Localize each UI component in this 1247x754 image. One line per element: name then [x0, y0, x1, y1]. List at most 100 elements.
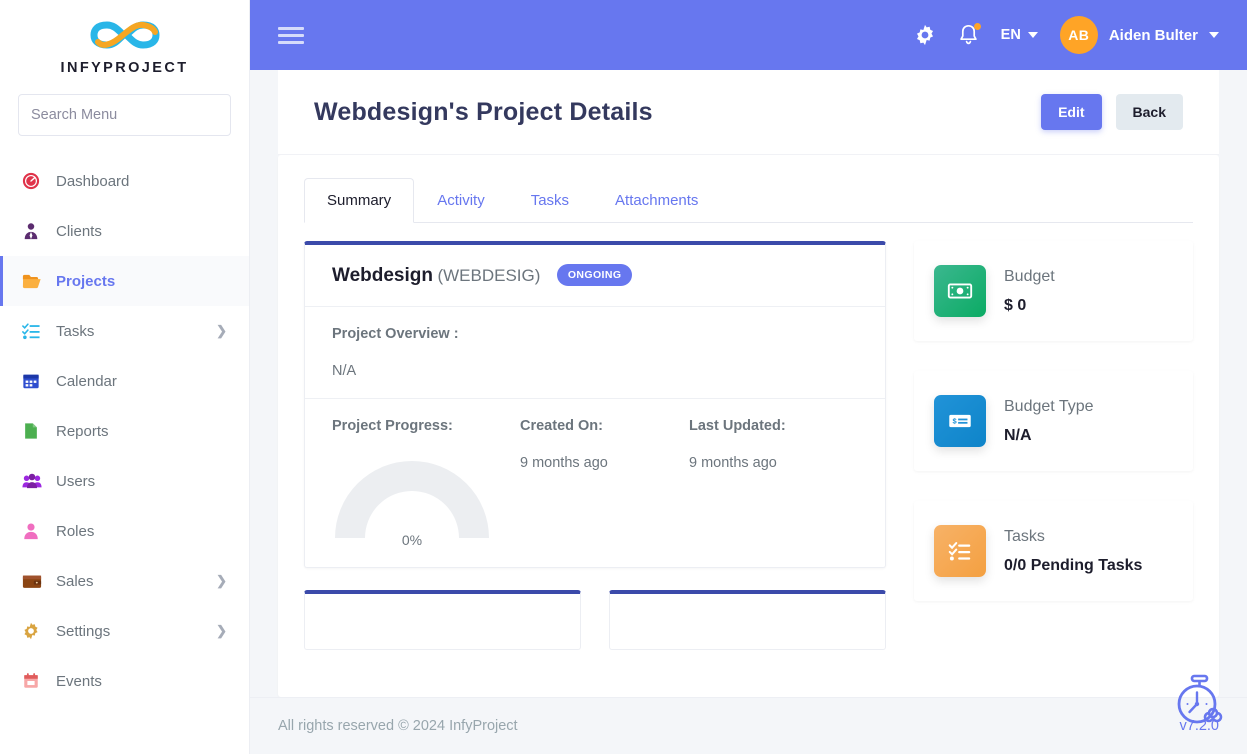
created-on-block: Created On: 9 months ago	[520, 418, 689, 548]
stat-value: 0/0 Pending Tasks	[1004, 556, 1143, 574]
stat-label: Tasks	[1004, 527, 1045, 545]
sidebar-item-calendar[interactable]: Calendar	[0, 356, 249, 406]
checklist-icon	[934, 525, 986, 577]
sidebar-item-events[interactable]: Events	[0, 656, 249, 706]
sidebar-item-clients[interactable]: Clients	[0, 206, 249, 256]
user-tie-icon	[22, 222, 48, 240]
sidebar-item-label: Calendar	[56, 372, 117, 390]
sidebar-item-settings[interactable]: Settings ❯	[0, 606, 249, 656]
user-icon	[22, 522, 48, 540]
gear-icon	[22, 622, 48, 640]
stat-value: N/A	[1004, 426, 1032, 444]
brand[interactable]: INFYPROJECT	[0, 0, 249, 76]
status-badge: ONGOING	[556, 264, 633, 286]
last-updated-block: Last Updated: 9 months ago	[689, 418, 858, 548]
notifications-button[interactable]	[958, 23, 981, 46]
sidebar-item-label: Tasks	[56, 322, 95, 340]
page-actions: Edit Back	[1041, 94, 1183, 130]
sidebar-item-label: Settings	[56, 622, 111, 640]
overview-label: Project Overview :	[332, 326, 459, 342]
sidebar-item-reports[interactable]: Reports	[0, 406, 249, 456]
sidebar-item-label: Clients	[56, 222, 102, 240]
project-info-card: Webdesign (WEBDESIG) ONGOING Project Ove…	[304, 241, 886, 568]
tab-summary[interactable]: Summary	[304, 178, 415, 223]
event-calendar-icon	[22, 672, 48, 690]
settings-button[interactable]	[914, 24, 936, 46]
sidebar-item-label: Dashboard	[56, 172, 130, 190]
sidebar-item-label: Sales	[56, 572, 94, 590]
search-button[interactable]	[230, 95, 231, 135]
sidebar-item-label: Roles	[56, 522, 95, 540]
wallet-icon	[22, 573, 48, 590]
sidebar: INFYPROJECT Dashboard	[0, 0, 250, 754]
search-input[interactable]	[19, 95, 230, 135]
project-progress-block: Project Progress: 0%	[332, 418, 520, 548]
tab-activity[interactable]: Activity	[414, 178, 508, 223]
last-updated-label: Last Updated:	[689, 418, 786, 434]
stat-card-tasks: Tasks 0/0 Pending Tasks	[914, 501, 1193, 601]
stat-value: $ 0	[1004, 296, 1027, 314]
caret-down-icon	[1209, 32, 1219, 38]
sidebar-item-projects[interactable]: Projects	[0, 256, 249, 306]
gauge-chart	[335, 461, 489, 539]
topbar: EN AB Aiden Bulter	[250, 0, 1247, 70]
sidebar-item-sales[interactable]: Sales ❯	[0, 556, 249, 606]
calendar-icon	[22, 372, 48, 390]
sidebar-nav: Dashboard Clients Projects Tasks ❯ Calen…	[0, 156, 249, 754]
chevron-right-icon: ❯	[216, 573, 227, 588]
stat-label: Budget Type	[1004, 397, 1094, 415]
chevron-right-icon: ❯	[216, 323, 227, 338]
topbar-right: EN AB Aiden Bulter	[914, 16, 1219, 54]
tab-tasks[interactable]: Tasks	[508, 178, 592, 223]
search-menu[interactable]	[18, 94, 231, 136]
notification-badge-dot	[973, 23, 981, 30]
brand-name: INFYPROJECT	[60, 60, 189, 76]
back-button[interactable]: Back	[1115, 94, 1183, 130]
hamburger-icon[interactable]	[278, 23, 304, 48]
tab-attachments[interactable]: Attachments	[592, 178, 721, 223]
language-selector[interactable]: EN	[1001, 27, 1038, 43]
detail-tabs: Summary Activity Tasks Attachments	[304, 177, 1193, 223]
users-group-icon	[22, 472, 48, 490]
folder-open-icon	[22, 272, 48, 290]
project-meta-row: Project Progress: 0% Created On: 9 month…	[305, 399, 885, 567]
stopwatch-infinity-icon	[1177, 674, 1223, 724]
footer-copyright: All rights reserved © 2024 InfyProject	[278, 718, 518, 734]
infinity-logo	[89, 21, 160, 49]
main-area: EN AB Aiden Bulter Webdesign's Project D…	[250, 0, 1247, 754]
stats-column: Budget $ 0 $ Budget Type N/A Tasks 0/0 P…	[914, 241, 1193, 650]
summary-columns: Webdesign (WEBDESIG) ONGOING Project Ove…	[304, 223, 1193, 650]
project-code: (WEBDESIG)	[437, 266, 541, 285]
sidebar-item-label: Users	[56, 472, 96, 490]
lower-card-left	[304, 590, 581, 650]
project-name: Webdesign	[332, 265, 433, 286]
lower-card-right	[609, 590, 886, 650]
caret-down-icon	[1027, 32, 1038, 38]
edit-button[interactable]: Edit	[1041, 94, 1102, 130]
summary-panel: Summary Activity Tasks Attachments Webde…	[278, 155, 1219, 697]
task-list-icon	[22, 322, 48, 340]
avatar: AB	[1059, 16, 1098, 54]
sidebar-item-label: Reports	[56, 422, 109, 440]
progress-percent: 0%	[401, 532, 423, 548]
sidebar-item-users[interactable]: Users	[0, 456, 249, 506]
chevron-right-icon: ❯	[216, 623, 227, 638]
stat-card-budget-type: $ Budget Type N/A	[914, 371, 1193, 471]
language-label: EN	[1000, 27, 1021, 43]
sidebar-item-dashboard[interactable]: Dashboard	[0, 156, 249, 206]
sidebar-item-tasks[interactable]: Tasks ❯	[0, 306, 249, 356]
time-tracker-widget[interactable]	[1171, 673, 1229, 736]
stat-card-budget: Budget $ 0	[914, 241, 1193, 341]
content-area: Summary Activity Tasks Attachments Webde…	[250, 155, 1247, 697]
sidebar-item-label: Events	[56, 672, 102, 690]
user-menu[interactable]: AB Aiden Bulter	[1059, 16, 1219, 54]
stat-label: Budget	[1004, 267, 1055, 285]
gear-icon	[916, 24, 933, 46]
page-header: Webdesign's Project Details Edit Back	[278, 70, 1219, 155]
project-overview-row: Project Overview : N/A	[305, 307, 885, 399]
page-title: Webdesign's Project Details	[314, 97, 653, 126]
created-on-label: Created On:	[520, 418, 603, 434]
sidebar-item-roles[interactable]: Roles	[0, 506, 249, 556]
document-icon	[22, 422, 48, 440]
user-name: Aiden Bulter	[1108, 26, 1198, 44]
